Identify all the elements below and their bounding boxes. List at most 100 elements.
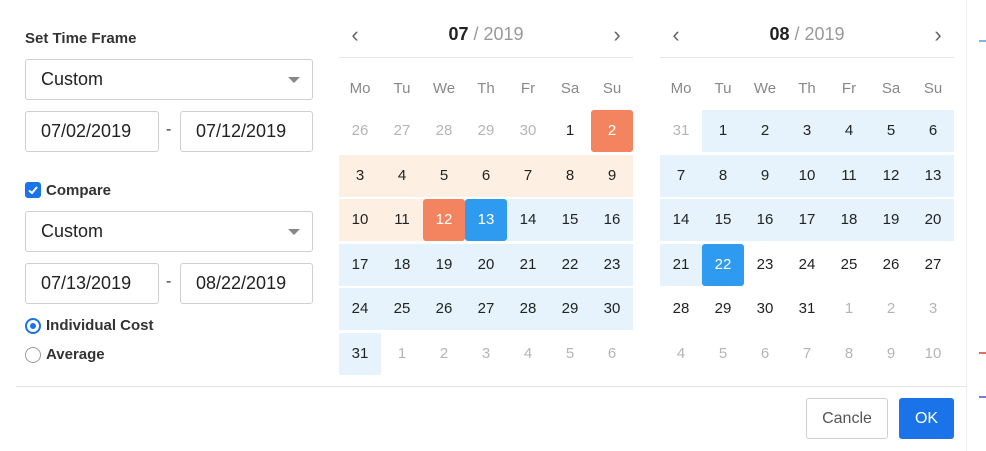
calendar-day[interactable]: 12 [423, 199, 465, 241]
calendar-day[interactable]: 8 [702, 154, 744, 197]
calendar-day[interactable]: 19 [423, 243, 465, 286]
calendar-day[interactable]: 31 [786, 288, 828, 330]
radio-individual-cost[interactable] [25, 318, 41, 334]
calendar-day[interactable]: 1 [549, 110, 591, 152]
calendar-day[interactable]: 3 [912, 288, 954, 330]
calendar-day[interactable]: 23 [591, 243, 633, 286]
calendar-day[interactable]: 16 [591, 199, 633, 241]
calendar-day[interactable]: 3 [465, 333, 507, 375]
calendar-day[interactable]: 28 [660, 288, 702, 330]
calendar-day[interactable]: 18 [828, 199, 870, 241]
calendar-day[interactable]: 13 [465, 199, 507, 241]
calendar-day[interactable]: 16 [744, 199, 786, 241]
calendar-day[interactable]: 8 [549, 154, 591, 197]
calendar-day[interactable]: 9 [744, 154, 786, 197]
calendar-day[interactable]: 25 [828, 244, 870, 286]
calendar-day[interactable]: 13 [912, 154, 954, 197]
compare-checkbox[interactable] [25, 182, 41, 198]
calendar-day[interactable]: 3 [339, 154, 381, 197]
calendar-day[interactable]: 22 [702, 243, 744, 286]
calendar-day[interactable]: 2 [591, 110, 633, 152]
calendar-day[interactable]: 6 [465, 154, 507, 197]
calendar-day[interactable]: 10 [786, 154, 828, 197]
calendar-day[interactable]: 5 [870, 110, 912, 152]
compare-select[interactable]: Custom [25, 211, 313, 252]
calendar-day[interactable]: 2 [744, 110, 786, 152]
calendar-day[interactable]: 20 [465, 243, 507, 286]
option-individual-cost-label[interactable]: Individual Cost [46, 317, 154, 334]
radio-average[interactable] [25, 347, 41, 363]
calendar-day[interactable]: 14 [507, 199, 549, 241]
calendar-day[interactable]: 26 [423, 288, 465, 330]
calendar-day[interactable]: 4 [660, 333, 702, 375]
calendar-day[interactable]: 5 [702, 333, 744, 375]
calendar-day[interactable]: 31 [339, 332, 381, 375]
calendar-day[interactable]: 5 [423, 154, 465, 197]
calendar-day[interactable]: 24 [786, 244, 828, 286]
calendar-day[interactable]: 9 [591, 154, 633, 197]
calendar-day[interactable]: 31 [660, 110, 702, 152]
calendar-day[interactable]: 4 [828, 110, 870, 152]
calendar-day[interactable]: 14 [660, 199, 702, 241]
calendar-day[interactable]: 29 [702, 288, 744, 330]
time-frame-select[interactable]: Custom [25, 59, 313, 100]
calendar-day[interactable]: 8 [828, 333, 870, 375]
calendar-day[interactable]: 6 [591, 333, 633, 375]
calendar-day[interactable]: 15 [549, 199, 591, 241]
calendar-day[interactable]: 21 [660, 243, 702, 286]
calendar-day[interactable]: 30 [591, 288, 633, 330]
cancel-button[interactable]: Cancle [806, 398, 888, 439]
calendar-day[interactable]: 17 [339, 243, 381, 286]
calendar-day[interactable]: 9 [870, 333, 912, 375]
calendar-day[interactable]: 7 [786, 333, 828, 375]
calendar-day[interactable]: 10 [912, 333, 954, 375]
calendar-day[interactable]: 12 [870, 154, 912, 197]
calendar-day[interactable]: 21 [507, 243, 549, 286]
calendar-day[interactable]: 5 [549, 333, 591, 375]
calendar-day[interactable]: 20 [912, 199, 954, 241]
calendar-day[interactable]: 6 [744, 333, 786, 375]
calendar-day[interactable]: 18 [381, 243, 423, 286]
compare-label[interactable]: Compare [46, 182, 111, 199]
calendar-day[interactable]: 17 [786, 199, 828, 241]
calendar-day[interactable]: 23 [744, 244, 786, 286]
chevron-right-icon[interactable]: › [928, 24, 948, 46]
ok-button[interactable]: OK [899, 398, 954, 439]
option-average-label[interactable]: Average [46, 346, 105, 363]
calendar-day[interactable]: 19 [870, 199, 912, 241]
calendar-day[interactable]: 1 [702, 110, 744, 152]
calendar-day[interactable]: 1 [381, 333, 423, 375]
calendar-day[interactable]: 2 [870, 288, 912, 330]
calendar-day[interactable]: 26 [339, 110, 381, 152]
calendar-day[interactable]: 1 [828, 288, 870, 330]
calendar-day[interactable]: 27 [381, 110, 423, 152]
calendar-day[interactable]: 28 [507, 288, 549, 330]
calendar-day[interactable]: 29 [465, 110, 507, 152]
calendar-day[interactable]: 6 [912, 110, 954, 152]
calendar-day[interactable]: 24 [339, 288, 381, 330]
calendar-day[interactable]: 11 [381, 199, 423, 241]
calendar-day[interactable]: 25 [381, 288, 423, 330]
calendar-day[interactable]: 29 [549, 288, 591, 330]
calendar-day[interactable]: 2 [423, 333, 465, 375]
calendar-day[interactable]: 27 [912, 244, 954, 286]
compare-start-input[interactable]: 07/13/2019 [25, 263, 159, 304]
calendar-day[interactable]: 4 [381, 154, 423, 197]
calendar-day[interactable]: 7 [660, 154, 702, 197]
compare-end-input[interactable]: 08/22/2019 [180, 263, 313, 304]
calendar-day[interactable]: 7 [507, 154, 549, 197]
calendar-day[interactable]: 30 [507, 110, 549, 152]
calendar-day[interactable]: 28 [423, 110, 465, 152]
chevron-right-icon[interactable]: › [607, 24, 627, 46]
calendar-day[interactable]: 4 [507, 333, 549, 375]
start-date-input[interactable]: 07/02/2019 [25, 111, 159, 152]
calendar-day[interactable]: 15 [702, 199, 744, 241]
calendar-day[interactable]: 30 [744, 288, 786, 330]
calendar-day[interactable]: 22 [549, 243, 591, 286]
calendar-day[interactable]: 3 [786, 110, 828, 152]
calendar-day[interactable]: 26 [870, 244, 912, 286]
calendar-day[interactable]: 27 [465, 288, 507, 330]
calendar-day[interactable]: 10 [339, 199, 381, 241]
calendar-day[interactable]: 11 [828, 154, 870, 197]
end-date-input[interactable]: 07/12/2019 [180, 111, 313, 152]
